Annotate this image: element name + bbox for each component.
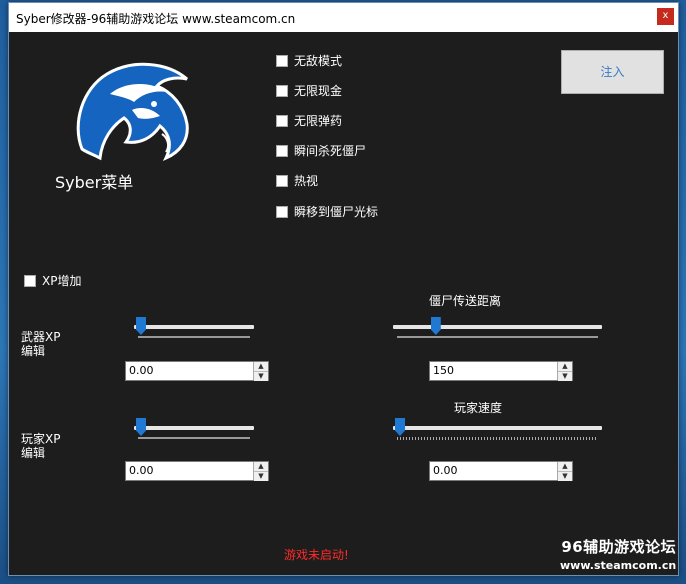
slider-thumb[interactable] [136,418,146,436]
weapon-xp-slider[interactable] [134,316,254,340]
xp-add-label: XP增加 [42,274,82,288]
player-xp-input[interactable]: 0.00 ▲ ▼ [125,461,269,481]
cheat-label: 无限现金 [294,84,343,98]
label-line: 武器XP [21,330,61,344]
checkbox[interactable] [276,144,288,157]
cheat-thermal-vision[interactable]: 热视 [276,172,318,189]
weapon-xp-label: 武器XP 编辑 [21,330,60,358]
spin-down-icon[interactable]: ▼ [558,372,572,381]
player-speed-slider[interactable] [393,417,602,441]
spin-arrows: ▲ ▼ [253,362,268,381]
cheat-infinite-cash[interactable]: 无限现金 [276,82,342,99]
player-speed-input[interactable]: 0.00 ▲ ▼ [429,461,573,481]
title-bar: Syber修改器-96辅助游戏论坛 www.steamcom.cn x [9,3,678,32]
spin-arrows: ▲ ▼ [557,462,572,481]
spin-arrows: ▲ ▼ [253,462,268,481]
checkbox[interactable] [276,174,288,187]
spin-up-icon[interactable]: ▲ [254,362,268,372]
slider-ticks [397,336,598,338]
zombie-distance-input[interactable]: 150 ▲ ▼ [429,361,573,381]
player-speed-value: 0.00 [433,464,458,477]
player-xp-slider[interactable] [134,417,254,441]
spin-down-icon[interactable]: ▼ [254,372,268,381]
label-line: 玩家XP [21,432,61,446]
xp-add-toggle[interactable]: XP增加 [24,272,81,289]
watermark: 96辅助游戏论坛 www.steamcom.cn [560,536,676,572]
checkbox[interactable] [276,205,288,218]
checkbox[interactable] [276,54,288,67]
slider-track [134,426,254,430]
app-window: Syber修改器-96辅助游戏论坛 www.steamcom.cn x Sybe… [8,2,679,576]
spin-down-icon[interactable]: ▼ [558,472,572,481]
cheat-label: 瞬间杀死僵尸 [294,144,367,158]
player-xp-value: 0.00 [129,464,154,477]
window-title: Syber修改器-96辅助游戏论坛 www.steamcom.cn [16,12,296,26]
slider-track [134,325,254,329]
zombie-distance-slider[interactable] [393,316,602,340]
label-line: 编辑 [21,446,46,460]
cheat-label: 热视 [294,174,319,188]
slider-thumb[interactable] [395,418,405,436]
checkbox[interactable] [24,274,36,287]
spin-up-icon[interactable]: ▲ [254,462,268,472]
weapon-xp-input[interactable]: 0.00 ▲ ▼ [125,361,269,381]
player-speed-label: 玩家速度 [454,401,503,415]
checkbox[interactable] [276,114,288,127]
cheat-god-mode[interactable]: 无敌模式 [276,52,342,69]
watermark-title: 96辅助游戏论坛 [561,538,677,556]
label-line: 编辑 [21,344,46,358]
slider-thumb[interactable] [430,317,441,335]
slider-track [393,426,602,430]
slider-ticks [138,437,250,439]
weapon-xp-value: 0.00 [129,364,154,377]
cheat-label: 无敌模式 [294,54,343,68]
cheat-infinite-ammo[interactable]: 无限弹药 [276,112,342,129]
slider-ticks [138,336,250,338]
spin-up-icon[interactable]: ▲ [558,362,572,372]
spin-arrows: ▲ ▼ [557,362,572,381]
slider-thumb[interactable] [136,317,146,335]
cheat-instant-kill[interactable]: 瞬间杀死僵尸 [276,142,366,159]
slider-ticks [397,437,598,440]
close-button[interactable]: x [657,8,674,25]
zombie-distance-label: 僵尸传送距离 [429,294,502,308]
cheat-label: 瞬移到僵尸光标 [294,205,379,219]
inject-button[interactable]: 注入 [561,50,664,94]
watermark-url: www.steamcom.cn [560,559,677,572]
player-xp-label: 玩家XP 编辑 [21,432,60,460]
checkbox[interactable] [276,84,288,97]
zombie-distance-value: 150 [433,364,454,377]
client-area: Syber菜单 无敌模式 无限现金 无限弹药 瞬间杀死僵尸 热视 瞬移到僵尸光标… [9,32,678,575]
menu-caption: Syber菜单 [55,173,134,192]
slider-track [393,325,602,329]
spin-up-icon[interactable]: ▲ [558,462,572,472]
panther-logo [76,62,189,161]
spin-down-icon[interactable]: ▼ [254,472,268,481]
cheat-teleport-zombies[interactable]: 瞬移到僵尸光标 [276,203,378,220]
game-status: 游戏未启动! [284,548,349,562]
cheat-label: 无限弹药 [294,114,343,128]
